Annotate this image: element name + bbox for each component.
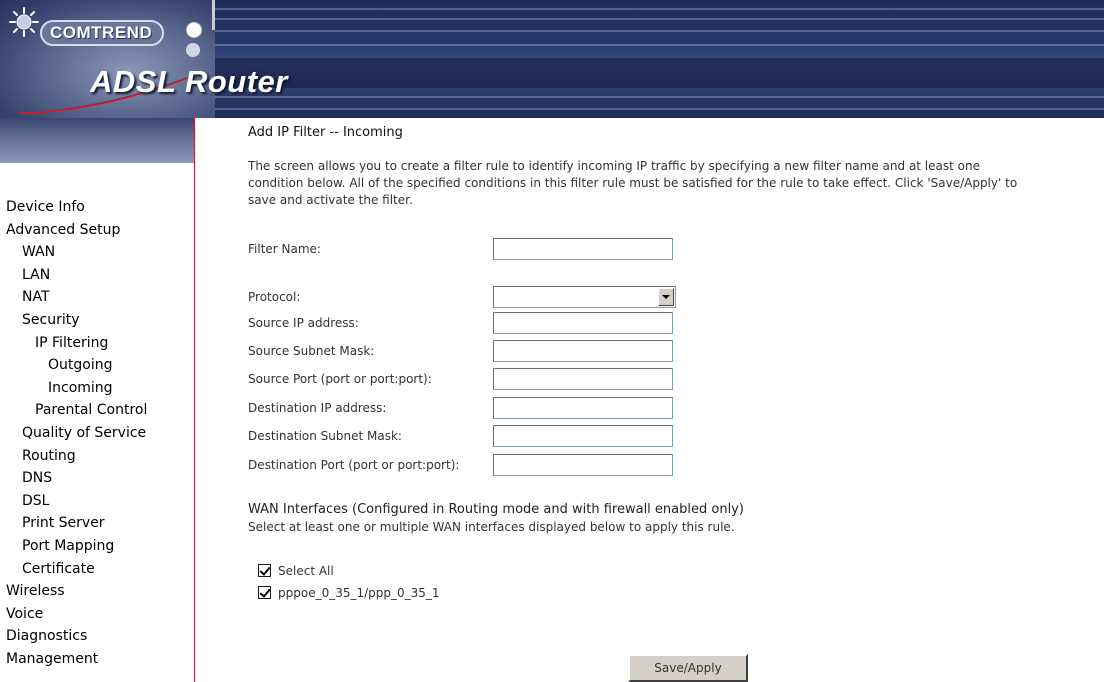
- sidebar-item-outgoing[interactable]: Outgoing: [0, 354, 194, 377]
- sidebar-item-routing[interactable]: Routing: [0, 445, 194, 468]
- save-apply-button[interactable]: Save/Apply: [628, 654, 748, 682]
- description-line: The screen allows you to create a filter…: [248, 159, 980, 173]
- dest-mask-label: Destination Subnet Mask:: [248, 429, 402, 443]
- sidebar-item-ip-filtering[interactable]: IP Filtering: [0, 332, 194, 355]
- sidebar-nav: Device Info Advanced Setup WAN LAN NAT Securi…: [0, 196, 194, 670]
- protocol-label: Protocol:: [248, 290, 301, 304]
- dest-ip-input[interactable]: [493, 397, 673, 419]
- source-ip-label: Source IP address:: [248, 316, 359, 330]
- product-title: ADSL Router: [90, 64, 288, 99]
- dest-mask-input[interactable]: [493, 425, 673, 447]
- wan-interface-label: pppoe_0_35_1/ppp_0_35_1: [278, 586, 440, 600]
- page-title: Add IP Filter -- Incoming: [248, 125, 403, 140]
- source-port-input[interactable]: [493, 368, 673, 390]
- source-ip-input[interactable]: [493, 312, 673, 334]
- dest-ip-label: Destination IP address:: [248, 401, 387, 415]
- sidebar-item-quality-of-service[interactable]: Quality of Service: [0, 422, 194, 445]
- brand-logo: COMTREND: [40, 20, 165, 46]
- filter-name-label: Filter Name:: [248, 242, 321, 256]
- sidebar-item-parental-control[interactable]: Parental Control: [0, 399, 194, 422]
- filter-name-input[interactable]: [493, 238, 673, 260]
- sidebar-item-dsl[interactable]: DSL: [0, 490, 194, 513]
- source-mask-label: Source Subnet Mask:: [248, 344, 375, 358]
- wan-interfaces-description: Select at least one or multiple WAN inte…: [248, 520, 735, 534]
- logo-area: COMTREND: [0, 0, 215, 118]
- brand-dots: [186, 22, 215, 61]
- sidebar: Device Info Advanced Setup WAN LAN NAT Securi…: [0, 118, 195, 682]
- sidebar-item-wireless[interactable]: Wireless: [0, 580, 194, 603]
- dest-port-label: Destination Port (port or port:port):: [248, 458, 460, 472]
- sidebar-item-management[interactable]: Management: [0, 648, 194, 671]
- sidebar-item-nat[interactable]: NAT: [0, 286, 194, 309]
- select-all-label: Select All: [278, 564, 334, 578]
- chevron-down-icon[interactable]: [658, 288, 674, 306]
- sidebar-item-advanced-setup[interactable]: Advanced Setup: [0, 219, 194, 242]
- sidebar-item-lan[interactable]: LAN: [0, 264, 194, 287]
- comtrend-logo-icon: [9, 7, 39, 37]
- sidebar-item-port-mapping[interactable]: Port Mapping: [0, 535, 194, 558]
- protocol-select[interactable]: [493, 286, 676, 308]
- sidebar-item-wan[interactable]: WAN: [0, 241, 194, 264]
- sidebar-item-certificate[interactable]: Certificate: [0, 558, 194, 581]
- description-line: condition below. All of the specified co…: [248, 176, 1018, 190]
- header-banner: COMTREND ADSL Router: [0, 0, 1104, 118]
- sidebar-item-security[interactable]: Security: [0, 309, 194, 332]
- sidebar-item-voice[interactable]: Voice: [0, 603, 194, 626]
- sidebar-item-incoming[interactable]: Incoming: [0, 377, 194, 400]
- dest-port-input[interactable]: [493, 454, 673, 476]
- sidebar-item-print-server[interactable]: Print Server: [0, 512, 194, 535]
- source-mask-input[interactable]: [493, 340, 673, 362]
- sidebar-item-device-info[interactable]: Device Info: [0, 196, 194, 219]
- source-port-label: Source Port (port or port:port):: [248, 372, 432, 386]
- page-description: The screen allows you to create a filter…: [248, 158, 1104, 209]
- sidebar-item-diagnostics[interactable]: Diagnostics: [0, 625, 194, 648]
- select-all-checkbox[interactable]: [258, 564, 271, 577]
- sidebar-item-dns[interactable]: DNS: [0, 467, 194, 490]
- wan-interfaces-heading: WAN Interfaces (Configured in Routing mo…: [248, 502, 744, 517]
- wan-interface-checkbox[interactable]: [258, 586, 271, 599]
- sidebar-header-graphic: [0, 118, 194, 163]
- description-line: save and activate the filter.: [248, 193, 413, 207]
